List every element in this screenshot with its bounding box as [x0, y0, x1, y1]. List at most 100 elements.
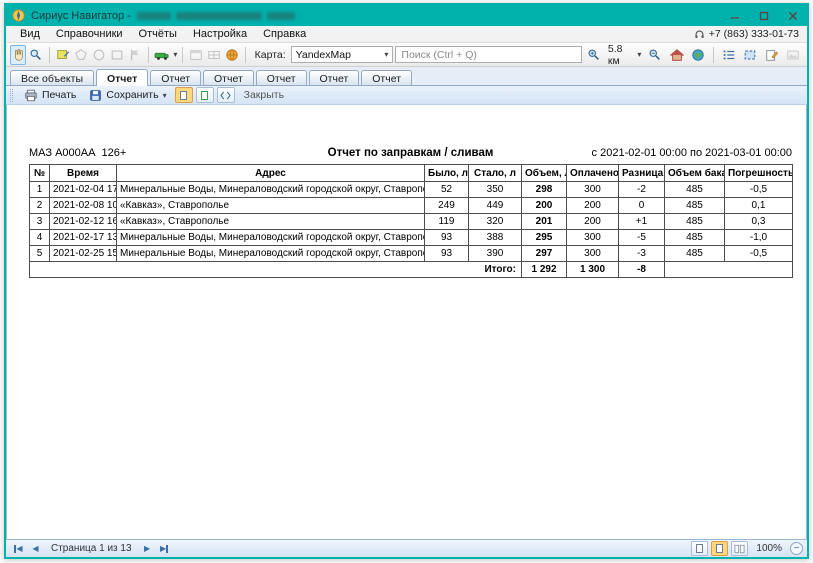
menu-item-2[interactable]: Справочники: [48, 28, 131, 40]
polygon-tool-button[interactable]: [73, 45, 89, 65]
cell: «Кавказ», Ставрополье: [117, 198, 425, 214]
cell: 295: [522, 230, 567, 246]
globe-button[interactable]: [688, 45, 708, 65]
zoom-in-button[interactable]: [584, 45, 604, 65]
table-view-button[interactable]: [206, 45, 222, 65]
menu-item-3[interactable]: Отчёты: [131, 28, 185, 40]
zoom-page-button[interactable]: [691, 541, 708, 556]
cell: 2021-02-25 15:01: [50, 246, 117, 262]
last-page-button[interactable]: ▶: [156, 542, 173, 556]
vehicle-dropdown-arrow[interactable]: ▾: [173, 50, 177, 59]
first-page-button[interactable]: ◀: [10, 542, 27, 556]
tab-report-6[interactable]: Отчет: [361, 70, 412, 85]
tab-report-4[interactable]: Отчет: [256, 70, 307, 85]
view-whole-page-button[interactable]: [196, 87, 214, 103]
close-report-button[interactable]: Закрыть: [238, 89, 290, 101]
report-preview-page: МАЗ А000АА 126+ Отчет по заправкам / сли…: [6, 105, 807, 539]
menu-item-5[interactable]: Справка: [255, 28, 314, 40]
pan-tool-button[interactable]: [10, 45, 26, 65]
title-bar: Сириус Навигатор -: [6, 5, 807, 26]
toolbar-separator: [713, 47, 714, 63]
circle-tool-button[interactable]: [91, 45, 107, 65]
toolbar-separator: [148, 47, 149, 63]
cell: -0,5: [725, 246, 793, 262]
view-single-page-button[interactable]: [175, 87, 193, 103]
rectangle-tool-button[interactable]: [109, 45, 125, 65]
flag-tool-button[interactable]: [127, 45, 143, 65]
vehicle-button[interactable]: [153, 45, 171, 65]
headset-icon: [694, 29, 705, 40]
hand-icon: [11, 48, 25, 62]
toolbar-separator: [245, 47, 246, 63]
search-input[interactable]: [395, 46, 582, 63]
zoom-out-button[interactable]: [645, 45, 665, 65]
home-button[interactable]: [667, 45, 687, 65]
tab-all-objects[interactable]: Все объекты: [10, 70, 94, 85]
zoom-out-slider-button[interactable]: −: [790, 542, 803, 555]
tab-report-1[interactable]: Отчет: [96, 69, 148, 86]
tab-report-2[interactable]: Отчет: [150, 70, 201, 85]
print-button[interactable]: Печать: [19, 88, 81, 103]
status-right-group: 100% −: [691, 541, 803, 556]
totals-label: Итого:: [30, 262, 522, 278]
cell: 485: [665, 230, 725, 246]
tab-report-5[interactable]: Отчет: [309, 70, 360, 85]
zoom-page-width-button[interactable]: [711, 541, 728, 556]
save-dropdown-arrow[interactable]: ▾: [163, 91, 167, 100]
column-header-1: №: [30, 165, 50, 182]
cell: 2021-02-04 17:39: [50, 182, 117, 198]
zoom-two-pages-button[interactable]: [731, 541, 748, 556]
menu-item-4[interactable]: Настройка: [185, 28, 255, 40]
cell: Минеральные Воды, Минераловодский городс…: [117, 230, 425, 246]
notes-button[interactable]: [762, 45, 782, 65]
zoom-tool-button[interactable]: [28, 45, 44, 65]
totals-paid: 1 300: [567, 262, 619, 278]
cell: 200: [567, 198, 619, 214]
view-fit-width-button[interactable]: [217, 87, 235, 103]
maximize-button[interactable]: [749, 5, 778, 26]
image-button[interactable]: [783, 45, 803, 65]
close-button[interactable]: [778, 5, 807, 26]
app-window: Сириус Навигатор - ВидСправочникиОтчётыН…: [4, 3, 809, 559]
cell: 5: [30, 246, 50, 262]
totals-row: Итого:1 2921 300-8: [30, 262, 793, 278]
save-button[interactable]: Сохранить ▾: [84, 88, 171, 103]
table-row: 12021-02-04 17:39Минеральные Воды, Минер…: [30, 182, 793, 198]
events-button[interactable]: [224, 45, 240, 65]
column-header-3: Адрес: [117, 165, 425, 182]
minimize-button[interactable]: [720, 5, 749, 26]
map-scale-control[interactable]: 5.8 км ▾: [606, 43, 644, 67]
report-table: №ВремяАдресБыло, лСтало, лОбъем, лОплаче…: [29, 164, 793, 278]
cell: 52: [425, 182, 469, 198]
tab-bar: Все объектыОтчетОтчетОтчетОтчетОтчетОтче…: [6, 67, 807, 86]
cell: 0,3: [725, 214, 793, 230]
home-icon: [670, 48, 684, 62]
toolbar-separator: [49, 47, 50, 63]
report-period: с 2021-02-01 00:00 по 2021-03-01 00:00: [592, 147, 792, 159]
cell: 249: [425, 198, 469, 214]
cell: 201: [522, 214, 567, 230]
next-page-button[interactable]: ▶: [139, 542, 156, 556]
zoom-level: 100%: [751, 543, 787, 554]
cell: 485: [665, 182, 725, 198]
support-phone: +7 (863) 333-01-73: [694, 28, 801, 40]
map-selected-value: YandexMap: [296, 49, 351, 61]
list-button[interactable]: [719, 45, 739, 65]
table-row: 42021-02-17 13:53Минеральные Воды, Минер…: [30, 230, 793, 246]
cell: 93: [425, 230, 469, 246]
status-bar: ◀ ◀ Страница 1 из 13 ▶ ▶ 100%: [6, 539, 807, 557]
toolbar-right-group: 5.8 км ▾: [584, 43, 803, 67]
menu-item-1[interactable]: Вид: [12, 28, 48, 40]
cell: 388: [469, 230, 522, 246]
fit-selection-button[interactable]: [740, 45, 760, 65]
zoom-in-icon: [587, 48, 601, 62]
cell: 200: [522, 198, 567, 214]
map-select[interactable]: YandexMap ▾: [291, 46, 394, 63]
cell: 485: [665, 214, 725, 230]
report-header: МАЗ А000АА 126+ Отчет по заправкам / сли…: [29, 147, 792, 159]
previous-page-button[interactable]: ◀: [27, 542, 44, 556]
edit-map-button[interactable]: [55, 45, 71, 65]
tab-report-3[interactable]: Отчет: [203, 70, 254, 85]
panel-button[interactable]: [188, 45, 204, 65]
table-row: 52021-02-25 15:01Минеральные Воды, Минер…: [30, 246, 793, 262]
